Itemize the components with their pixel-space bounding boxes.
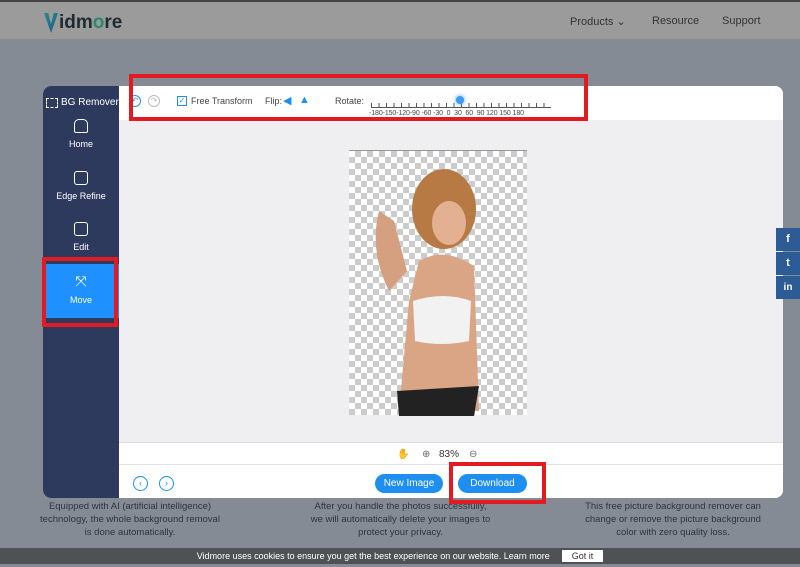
new-image-button[interactable]: New Image [375, 474, 443, 493]
cookie-text[interactable]: Vidmore uses cookies to ensure you get t… [197, 551, 550, 561]
bg-remover-app: BG Remover Home Edge Refine Edit ⤧ Move ↶… [43, 86, 783, 498]
linkedin-button[interactable]: in [776, 276, 800, 299]
edit-icon [74, 171, 88, 185]
highlight-download [449, 462, 546, 504]
sidebar-item-label: Home [68, 139, 93, 149]
bg-remover-icon [46, 97, 58, 108]
vidmore-logo[interactable]: idm o re [44, 12, 122, 34]
prev-icon[interactable]: ‹ [133, 476, 148, 491]
chevron-down-icon: ⌄ [616, 16, 626, 28]
person-cutout [375, 169, 479, 416]
feature-quality: This free picture background remover can… [585, 501, 761, 538]
sidebar-item-edge-refine[interactable]: Edge Refine [43, 171, 119, 219]
sidebar-item-home[interactable]: Home [43, 119, 119, 167]
nav-label: Products [570, 16, 614, 28]
app-title: BG Remover [46, 97, 119, 108]
image-icon [74, 222, 88, 236]
site-header: idm o re Products ⌄ Resource Support [0, 0, 800, 39]
got-it-button[interactable]: Got it [561, 550, 604, 562]
app-title-text: BG Remover [61, 97, 119, 108]
highlight-move [42, 257, 118, 327]
sidebar-item-label: Edge Refine [56, 191, 106, 201]
sidebar-item-label: Edit [73, 242, 89, 252]
image-canvas[interactable] [119, 120, 783, 442]
zoom-bar: ✋ ⊕ 83% ⊖ [119, 442, 783, 464]
hand-icon[interactable]: ✋ [397, 449, 409, 460]
home-icon [74, 119, 88, 133]
feature-ai: Equipped with AI (artificial intelligenc… [40, 501, 220, 538]
nav-products[interactable]: Products ⌄ [570, 15, 626, 28]
preview-image[interactable] [349, 150, 527, 416]
editor: ↶ ↷ ✓ Free Transform Flip: ◀ ▲ Rotate: -… [119, 86, 783, 498]
highlight-toolbar [129, 74, 588, 121]
cookie-banner: Vidmore uses cookies to ensure you get t… [0, 548, 800, 564]
facebook-button[interactable]: f [776, 228, 800, 251]
nav-resource[interactable]: Resource [652, 15, 699, 27]
nav-support[interactable]: Support [722, 15, 761, 27]
zoom-in-icon[interactable]: ⊕ [422, 449, 430, 460]
twitter-button[interactable]: t [776, 252, 800, 275]
next-icon[interactable]: › [159, 476, 174, 491]
feature-privacy: After you handle the photos successfully… [310, 501, 491, 538]
zoom-value: 83% [439, 449, 460, 460]
zoom-out-icon[interactable]: ⊖ [469, 449, 477, 460]
